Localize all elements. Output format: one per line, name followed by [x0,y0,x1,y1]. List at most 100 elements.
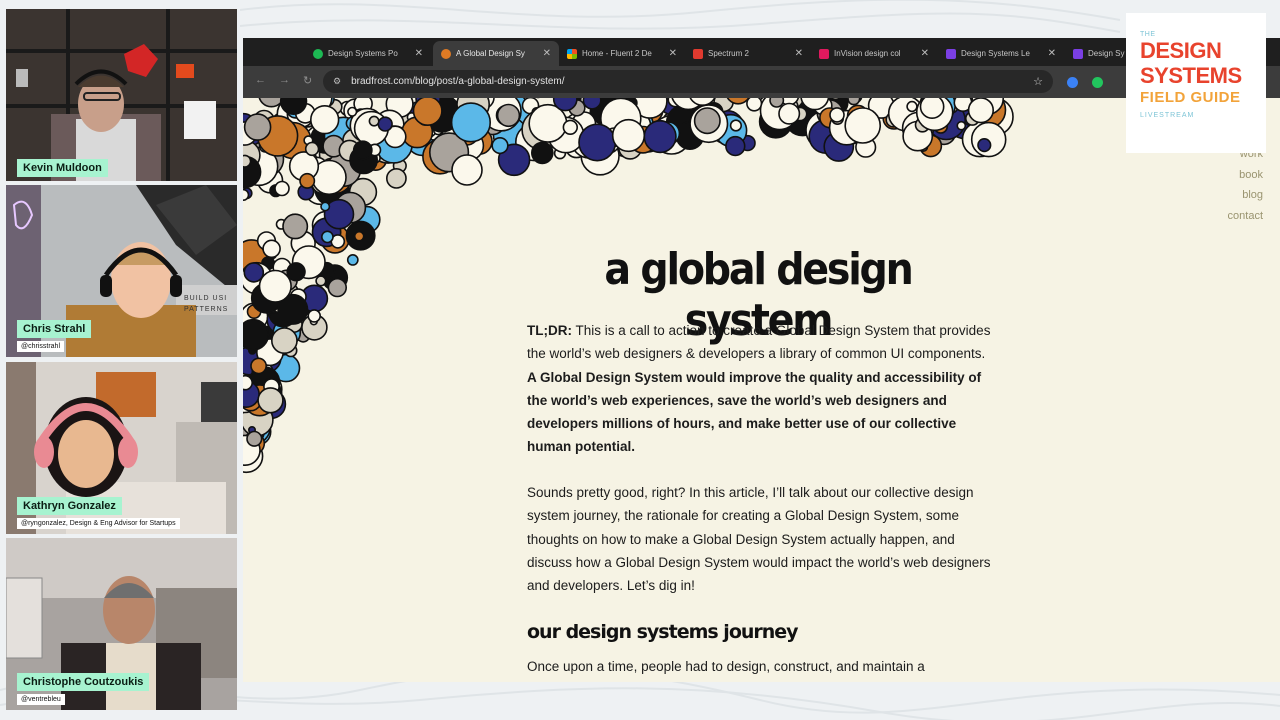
bubble [243,113,272,141]
address-bar[interactable]: ⚙ bradfrost.com/blog/post/a-global-desig… [323,70,1053,93]
tldr-text: This is a call to action to create a Glo… [527,323,991,362]
close-icon[interactable]: ✕ [1048,48,1056,59]
body-paragraph: Once upon a time, people had to design, … [527,659,925,674]
tab-fluent-2[interactable]: Home - Fluent 2 De ✕ [559,41,685,66]
section-heading: our design systems journey [527,621,799,643]
bubble [611,118,646,153]
bubble [243,154,252,168]
tab-design-systems-more[interactable]: Design Sy [1065,41,1135,66]
adobe-icon [693,48,703,59]
bubble [243,374,253,391]
page-viewport: work book blog contact a global design s… [243,98,1280,682]
bubble [377,116,393,132]
bubble [729,119,743,132]
browser-window: Design Systems Po ✕ A Global Design Sy ✕… [243,38,1280,682]
bubble [769,98,785,108]
tldr-label: TL;DR: [527,323,572,338]
bubble [450,102,491,143]
knapsack-icon [946,48,956,59]
bubble [286,262,306,282]
bubble [491,136,509,155]
bubble [352,140,373,161]
microsoft-icon [567,48,577,59]
bubble [643,119,677,154]
bubble [321,230,334,244]
close-icon[interactable]: ✕ [415,48,423,59]
bubble [496,103,521,128]
tab-design-systems-learn[interactable]: Design Systems Le ✕ [938,41,1064,66]
bubble [250,357,267,375]
close-icon[interactable]: ✕ [543,48,551,59]
participant-tile-christophe: Christophe Coutzoukis @ventrebleu [6,538,237,710]
participant-name: Christophe Coutzoukis [17,673,150,691]
webcam-video [6,9,237,181]
bubble [746,98,763,112]
intro-paragraph: Sounds pretty good, right? In this artic… [527,485,991,594]
participant-tile-kevin: Kevin Muldoon [6,9,237,181]
bubble [778,102,801,125]
knapsack-icon [1073,48,1083,59]
grammarly-icon[interactable] [1092,77,1103,88]
tab-spectrum-2[interactable]: Spectrum 2 ✕ [685,41,811,66]
bubble [304,141,320,157]
bubble [257,387,284,414]
browser-toolbar: ← → ↻ ⚙ bradfrost.com/blog/post/a-global… [243,66,1280,98]
close-icon[interactable]: ✕ [921,48,929,59]
bubble [562,119,578,135]
bubble [315,275,327,287]
bubble [582,98,602,110]
close-icon[interactable]: ✕ [669,48,677,59]
bubble [299,172,316,189]
bubble [258,269,292,303]
spotify-icon [313,48,323,59]
tab-bar: Design Systems Po ✕ A Global Design Sy ✕… [243,38,1280,66]
bubble [906,100,918,113]
bubble [327,277,348,298]
bubble [844,107,882,144]
nav-link-book[interactable]: book [1228,165,1263,186]
tab-design-systems-podcast[interactable]: Design Systems Po ✕ [305,41,431,66]
nav-link-blog[interactable]: blog [1228,185,1263,206]
bubble [578,123,617,162]
tldr-paragraph: TL;DR: This is a call to action to creat… [527,319,997,459]
nav-link-contact[interactable]: contact [1228,206,1263,227]
bubble [977,137,992,153]
bubble [243,188,250,201]
back-icon[interactable]: ← [255,74,266,86]
bubble [346,253,359,266]
bubble [693,107,721,135]
bubble [320,201,331,212]
bubble [451,154,483,186]
extension-icon[interactable] [1067,77,1078,88]
bubble [243,318,270,351]
participant-handle: @ryngonzalez, Design & Eng Advisor for S… [17,518,180,529]
design-systems-field-guide-logo: THE DESIGN SYSTEMS FIELD GUIDE LIVESTREA… [1126,13,1266,153]
invision-icon [819,48,829,59]
bubble [274,180,290,197]
forward-icon[interactable]: → [279,74,290,86]
bubble [967,98,994,124]
close-icon[interactable]: ✕ [795,48,803,59]
bubble [530,141,554,165]
site-nav: work book blog contact [1228,144,1263,226]
bubble [956,120,967,131]
brad-frost-favicon-icon [441,48,451,59]
site-info-icon[interactable]: ⚙ [333,76,341,87]
tab-global-design-system[interactable]: A Global Design Sy ✕ [433,41,559,66]
bookmark-star-icon[interactable]: ☆ [1033,75,1043,88]
wall-sign: BUILD USI PATTERNS [184,295,229,313]
participant-name: Kevin Muldoon [17,159,108,177]
participant-name: Chris Strahl [17,320,92,338]
bubble [347,106,358,117]
bubble [262,239,281,259]
reload-icon[interactable]: ↻ [303,74,312,87]
bubble [246,430,263,447]
url-text: bradfrost.com/blog/post/a-global-design-… [351,76,565,87]
bubble [307,309,321,323]
bubble [847,98,861,106]
tab-invision[interactable]: InVision design col ✕ [811,41,937,66]
bubble [919,98,945,119]
participant-tile-kathryn: Kathryn Gonzalez @ryngonzalez, Design & … [6,362,237,534]
participant-name: Kathryn Gonzalez [17,497,122,515]
bubble [829,107,845,123]
